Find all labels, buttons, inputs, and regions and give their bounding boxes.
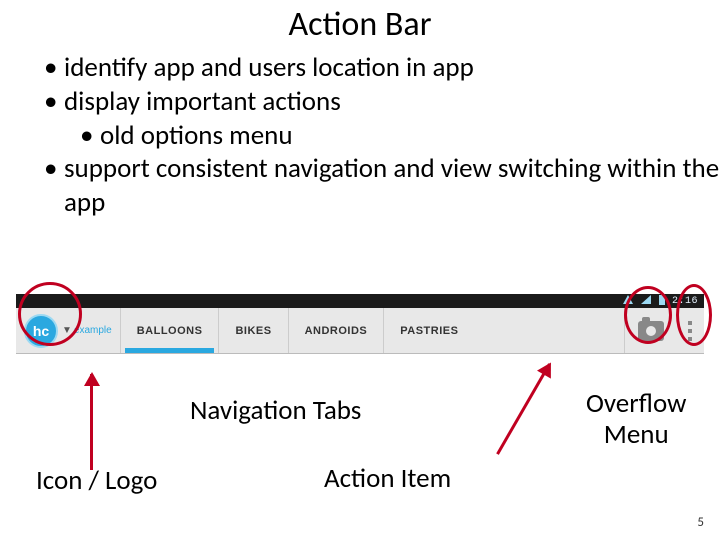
android-status-bar: 2:16 [16, 294, 704, 308]
tab-balloons[interactable]: BALLOONS [120, 308, 219, 353]
slide-title: Action Bar [0, 4, 720, 45]
label-icon-logo: Icon / Logo [36, 464, 157, 497]
page-number: 5 [697, 515, 704, 530]
bullet-2-sub: old options menu [80, 119, 720, 153]
app-title: example [74, 325, 112, 336]
annotation-arrow-action [496, 363, 551, 455]
label-navigation-tabs: Navigation Tabs [190, 394, 361, 427]
annotation-circle-action-item [624, 286, 672, 344]
action-bar: hc ▼ example BALLOONS BIKES ANDROIDS PAS… [16, 308, 704, 354]
bullet-3: support consistent navigation and view s… [44, 152, 720, 220]
label-action-item: Action Item [324, 462, 451, 495]
annotation-circle-overflow [676, 284, 712, 346]
tab-bikes[interactable]: BIKES [218, 308, 287, 353]
nav-tabs: BALLOONS BIKES ANDROIDS PASTRIES [120, 308, 475, 353]
label-overflow-menu: Overflow Menu [586, 388, 686, 450]
annotation-circle-logo [18, 282, 82, 346]
bullet-list: identify app and users location in app d… [44, 51, 720, 220]
tab-androids[interactable]: ANDROIDS [288, 308, 384, 353]
annotation-arrow-logo [90, 374, 93, 470]
bullet-2: display important actions [44, 85, 720, 119]
bullet-1: identify app and users location in app [44, 51, 720, 85]
tab-pastries[interactable]: PASTRIES [383, 308, 474, 353]
action-bar-screenshot: 2:16 hc ▼ example BALLOONS BIKES ANDROID… [16, 294, 704, 354]
